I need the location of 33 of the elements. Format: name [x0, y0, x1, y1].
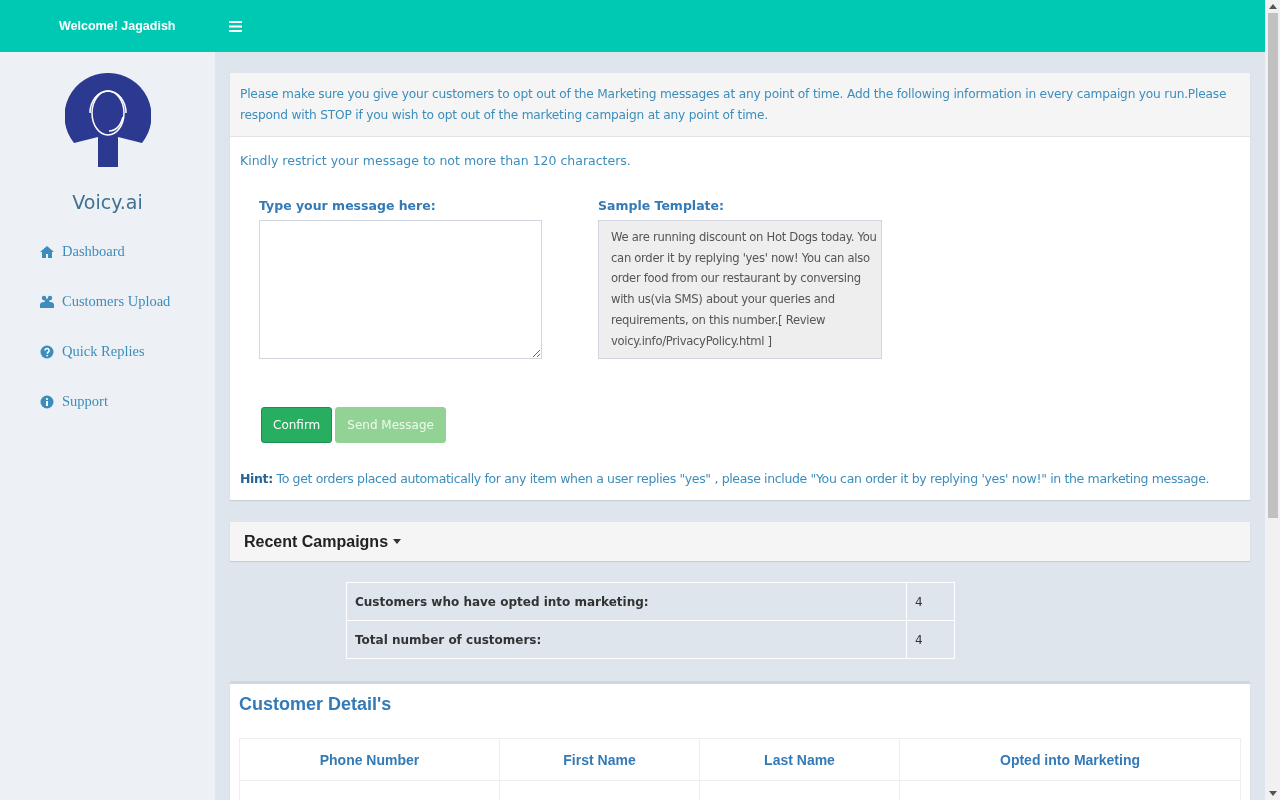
welcome-text: Welcome! Jagadish: [59, 19, 177, 33]
nav-link[interactable]: Dashboard: [40, 241, 215, 262]
nav-link[interactable]: Quick Replies: [40, 341, 215, 362]
nav-link[interactable]: Support: [40, 391, 215, 412]
stat-label: Total number of customers:: [346, 620, 907, 659]
confirm-button[interactable]: Confirm: [261, 407, 333, 443]
brand-name: Voicy.ai: [72, 191, 143, 213]
headset-logo-icon: [64, 73, 151, 167]
template-label: Sample Template:: [598, 198, 725, 213]
template-field[interactable]: We are running discount on Hot Dogs today. You can order it by replying 'yes' now! You can also order food from our restaurant by conversing with us(via SMS) about your queries and requirements, on this number.[ Review voicy.info/PrivacyPolicy.html ]: [598, 220, 882, 359]
column-header: Phone Number: [239, 738, 500, 781]
stat-value: 4: [906, 582, 955, 621]
notice-text: Please make sure you give your customers to opt out of the Marketing messages at any point of time. Add the following information in every campaign you run.Please respond with STOP if you wish to opt out of the marketing campaign at any point of time.: [240, 86, 1228, 124]
scroll-down-icon[interactable]: [1268, 791, 1277, 796]
customer-title: Customer Detail's: [239, 694, 393, 715]
message-label: Type your message here:: [259, 198, 437, 213]
limit-text: Kindly restrict your message to not more than 120 characters.: [240, 153, 632, 168]
column-header: First Name: [499, 738, 700, 781]
nav-link[interactable]: Customers Upload: [40, 291, 215, 312]
stat-label: Customers who have opted into marketing:: [346, 582, 907, 621]
menu-icon[interactable]: [229, 20, 242, 32]
message-field[interactable]: [259, 220, 542, 359]
hint-text: Hint: To get orders placed automatically for any item when a user replies "yes" , please include "You can order it by replying 'yes' now!" in the marketing message.: [240, 471, 1211, 486]
users-icon: [40, 294, 54, 309]
question-icon: [40, 344, 54, 359]
campaigns-title: Recent Campaigns: [244, 532, 389, 551]
info-icon: [40, 394, 54, 409]
stat-value: 4: [906, 620, 955, 659]
scroll-up-icon[interactable]: [1268, 4, 1277, 9]
column-header: Last Name: [699, 738, 900, 781]
campaigns-header[interactable]: Recent Campaigns: [230, 522, 1250, 561]
column-header: Opted into Marketing: [899, 738, 1241, 781]
home-icon: [40, 244, 54, 259]
